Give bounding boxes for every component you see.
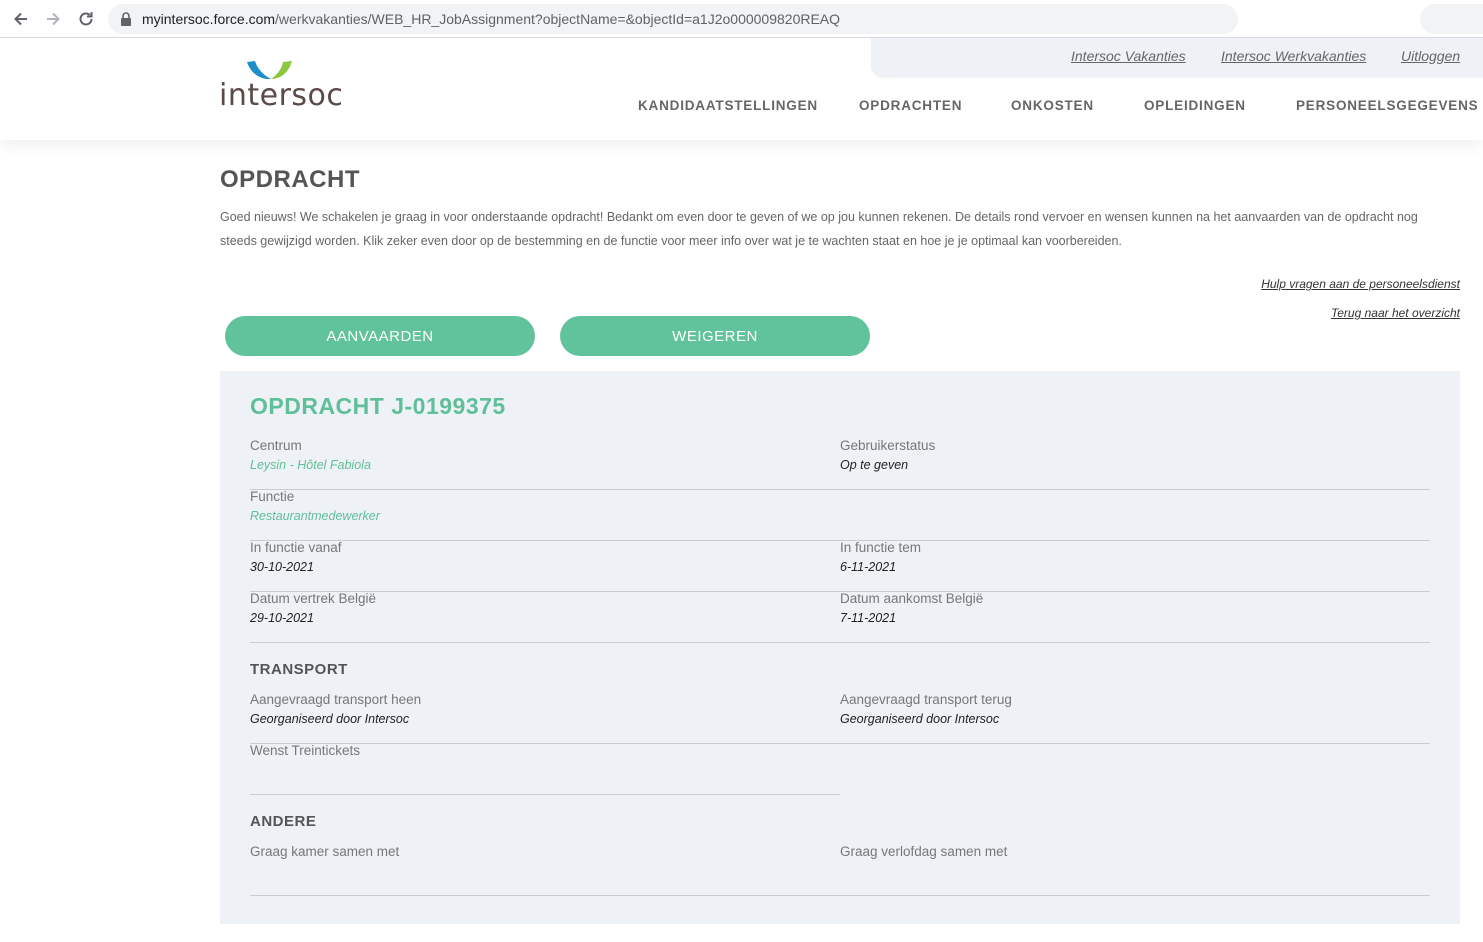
back-arrow-icon[interactable] [11, 9, 31, 29]
train-tickets-label: Wenst Treintickets [250, 743, 361, 758]
arrival-date-field: Datum aankomst België 7-11-2021 [840, 591, 1430, 643]
back-to-overview-link[interactable]: Terug naar het overzicht [1331, 306, 1460, 320]
transport-outbound-value: Georganiseerd door Intersoc [250, 712, 410, 726]
assignment-card: OPDRACHT J-0199375 Centrum Leysin - Hôte… [220, 371, 1460, 924]
forward-arrow-icon[interactable] [43, 9, 63, 29]
toolbar-extension-area [1420, 4, 1483, 34]
assignment-title: OPDRACHT J-0199375 [250, 393, 506, 419]
help-link[interactable]: Hulp vragen aan de personeelsdienst [1261, 277, 1460, 291]
nav-opleidingen[interactable]: OPLEIDINGEN [1144, 98, 1246, 113]
nav-personeelsgegevens[interactable]: PERSONEELSGEGEVENS [1296, 98, 1478, 113]
arrival-date-value: 7-11-2021 [840, 611, 897, 625]
address-bar[interactable]: myintersoc.force.com/werkvakanties/WEB_H… [108, 4, 1238, 34]
utility-bar: Intersoc Vakanties Intersoc Werkvakantie… [871, 38, 1483, 78]
end-date-field: In functie tem 6-11-2021 [840, 540, 1430, 592]
intersoc-logo[interactable]: intersoc [219, 60, 343, 120]
intro-line-1: Goed nieuws! We schakelen je graag in vo… [220, 210, 1418, 224]
nav-opdrachten[interactable]: OPDRACHTEN [859, 98, 962, 113]
end-date-value: 6-11-2021 [840, 560, 897, 574]
transport-outbound-label: Aangevraagd transport heen [250, 692, 422, 707]
url-text: myintersoc.force.com/werkvakanties/WEB_H… [142, 11, 840, 27]
transport-return-value: Georganiseerd door Intersoc [840, 712, 1000, 726]
train-tickets-field: Wenst Treintickets [250, 743, 840, 795]
andere-heading: ANDERE [250, 813, 317, 830]
browser-toolbar: myintersoc.force.com/werkvakanties/WEB_H… [0, 0, 1483, 38]
start-date-label: In functie vanaf [250, 540, 342, 555]
status-value: Op te geven [840, 458, 909, 472]
dayoff-with-label: Graag verlofdag samen met [840, 844, 1008, 859]
status-label: Gebruikerstatus [840, 438, 936, 453]
transport-return-label: Aangevraagd transport terug [840, 692, 1012, 707]
logo-text: intersoc [219, 78, 344, 113]
decline-button[interactable]: WEIGEREN [560, 316, 870, 356]
page-title: OPDRACHT [220, 166, 360, 193]
functie-label: Functie [250, 489, 295, 504]
url-host: myintersoc.force.com [142, 11, 276, 27]
status-field: Gebruikerstatus Op te geven [840, 438, 1430, 490]
lock-icon [120, 12, 132, 26]
intro-line-2: steeds gewijzigd worden. Klik zeker even… [220, 234, 1122, 248]
start-date-value: 30-10-2021 [250, 560, 314, 574]
functie-link[interactable]: Restaurantmedewerker [250, 509, 380, 523]
logout-link[interactable]: Uitloggen [1401, 48, 1460, 64]
intro-text: Goed nieuws! We schakelen je graag in vo… [220, 205, 1435, 253]
centrum-field: Centrum Leysin - Hôtel Fabiola [250, 438, 840, 490]
dayoff-with-field: Graag verlofdag samen met [840, 844, 1430, 896]
intersoc-werkvakanties-link[interactable]: Intersoc Werkvakanties [1221, 48, 1366, 64]
functie-field: Functie Restaurantmedewerker [250, 489, 1430, 541]
departure-date-value: 29-10-2021 [250, 611, 314, 625]
centrum-label: Centrum [250, 438, 302, 453]
room-with-field: Graag kamer samen met [250, 844, 840, 896]
departure-date-label: Datum vertrek België [250, 591, 377, 606]
start-date-field: In functie vanaf 30-10-2021 [250, 540, 840, 592]
transport-outbound-field: Aangevraagd transport heen Georganiseerd… [250, 692, 840, 744]
centrum-link[interactable]: Leysin - Hôtel Fabiola [250, 458, 371, 472]
room-with-label: Graag kamer samen met [250, 844, 400, 859]
intersoc-vakanties-link[interactable]: Intersoc Vakanties [1071, 48, 1186, 64]
nav-onkosten[interactable]: ONKOSTEN [1011, 98, 1094, 113]
arrival-date-label: Datum aankomst België [840, 591, 984, 606]
site-header: Intersoc Vakanties Intersoc Werkvakantie… [0, 38, 1483, 140]
accept-button[interactable]: AANVAARDEN [225, 316, 535, 356]
transport-heading: TRANSPORT [250, 661, 348, 678]
nav-kandidaatstellingen[interactable]: KANDIDAATSTELLINGEN [638, 98, 818, 113]
url-path: /werkvakanties/WEB_HR_JobAssignment?obje… [275, 11, 841, 27]
departure-date-field: Datum vertrek België 29-10-2021 [250, 591, 840, 643]
end-date-label: In functie tem [840, 540, 922, 555]
transport-return-field: Aangevraagd transport terug Georganiseer… [840, 692, 1430, 744]
reload-icon[interactable] [76, 9, 96, 29]
